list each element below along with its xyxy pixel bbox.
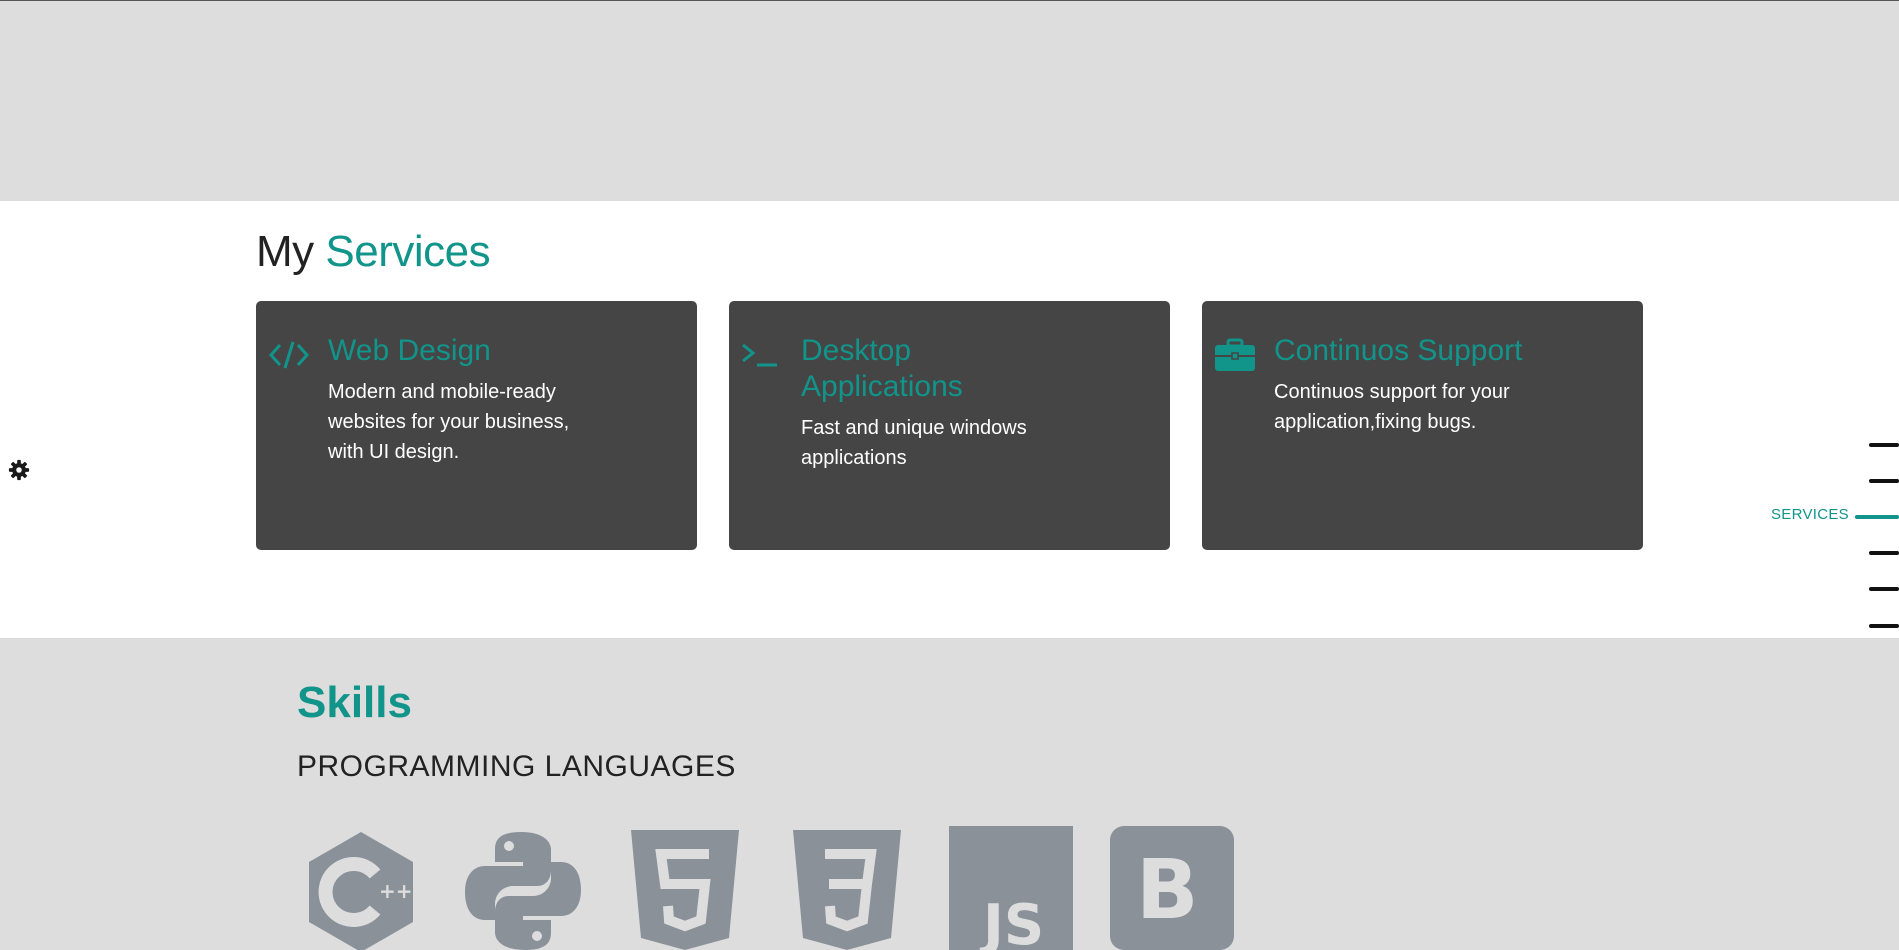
- skills-subheading: PROGRAMMING LANGUAGES: [297, 750, 736, 783]
- python-icon: [465, 832, 581, 950]
- service-card-web-design: Web Design Modern and mobile-ready websi…: [256, 301, 697, 550]
- svg-text:++: ++: [379, 879, 413, 903]
- service-card-title: Web Design: [328, 334, 491, 367]
- header-band: [0, 1, 1899, 201]
- briefcase-icon: [1215, 338, 1255, 371]
- skills-heading: Skills: [297, 678, 412, 727]
- svg-text:B: B: [1136, 843, 1199, 938]
- nav-dash-1[interactable]: [1869, 443, 1899, 447]
- services-section: My Services Web Design Modern and mobile…: [0, 201, 1899, 638]
- service-card-description: Continuos support for your application,f…: [1274, 381, 1510, 433]
- nav-label-services[interactable]: SERVICES: [1771, 506, 1849, 523]
- code-icon: [268, 341, 310, 369]
- gear-icon[interactable]: [8, 459, 30, 481]
- nav-dash-4[interactable]: [1869, 551, 1899, 555]
- nav-dash-6[interactable]: [1869, 624, 1899, 628]
- javascript-icon: JS: [949, 826, 1073, 950]
- service-card-desktop-applications: Desktop Applications Fast and unique win…: [729, 301, 1170, 550]
- services-heading-accent: Services: [325, 227, 491, 276]
- section-side-nav: SERVICES: [1771, 437, 1899, 637]
- terminal-icon: [742, 343, 777, 367]
- services-heading: My Services: [256, 227, 491, 277]
- service-card-description: Modern and mobile-ready websites for you…: [328, 381, 570, 463]
- svg-text:JS: JS: [979, 893, 1044, 950]
- service-card-title: Continuos Support: [1274, 334, 1523, 367]
- services-heading-plain: My: [256, 227, 314, 276]
- nav-dash-2[interactable]: [1869, 479, 1899, 483]
- css3-icon: [793, 830, 901, 950]
- bootstrap-icon: B: [1110, 826, 1234, 950]
- service-card-continuos-support: Continuos Support Continuos support for …: [1202, 301, 1643, 550]
- cplusplus-icon: ++: [309, 832, 413, 950]
- service-card-description: Fast and unique windows applications: [801, 417, 1027, 469]
- html5-icon: [631, 830, 739, 950]
- nav-dash-5[interactable]: [1869, 587, 1899, 591]
- service-card-title: Desktop Applications: [801, 334, 963, 403]
- skills-section: Skills PROGRAMMING LANGUAGES ++ JS B: [0, 638, 1899, 950]
- nav-dash-services-active[interactable]: [1855, 515, 1899, 519]
